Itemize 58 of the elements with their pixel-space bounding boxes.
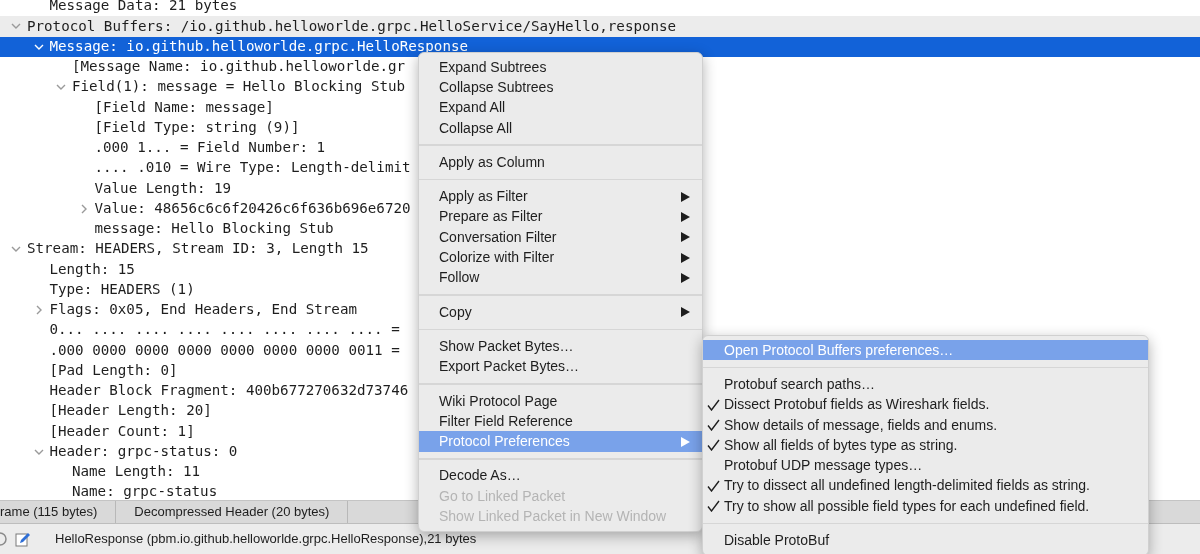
check-icon xyxy=(707,419,720,432)
menu-item[interactable]: Disable ProtoBuf xyxy=(703,530,1148,551)
menu-item[interactable]: Expand All xyxy=(419,97,702,118)
menu-item[interactable]: Collapse All xyxy=(419,117,702,139)
byte-tab[interactable]: Decompressed Header (20 bytes) xyxy=(116,501,349,523)
menu-item[interactable]: Prepare as Filter xyxy=(419,206,702,228)
menu-item[interactable]: Protobuf search paths… xyxy=(703,374,1148,395)
tree-row[interactable]: Protocol Buffers: /io.github.helloworlde.grpc.HelloService/SayHello,response xyxy=(0,16,1200,37)
menu-item[interactable]: Decode As… xyxy=(419,465,702,487)
tree-row[interactable]: Length: 15 xyxy=(0,259,135,280)
menu-item[interactable]: Collapse Subtrees xyxy=(419,77,702,98)
menu-item[interactable]: Copy xyxy=(419,301,702,323)
tree-row[interactable]: [Field Type: string (9)] xyxy=(0,117,300,138)
tree-row[interactable]: Header Block Fragment: 400b677270632d73746 xyxy=(0,380,409,401)
menu-item[interactable]: Apply as Column xyxy=(419,152,702,173)
menu-item[interactable]: Export Packet Bytes… xyxy=(419,356,702,377)
menu-item[interactable]: Try to dissect all undefined length-delimited fields as string. xyxy=(703,475,1148,497)
menu-item[interactable]: Show all fields of bytes type as string. xyxy=(703,435,1148,456)
menu-item[interactable]: Show details of message, fields and enums. xyxy=(703,414,1148,436)
menu-item[interactable]: Protobuf UDP message types… xyxy=(703,455,1148,476)
menu-item[interactable]: Wiki Protocol Page xyxy=(419,390,702,412)
tree-row[interactable]: Name Length: 11 xyxy=(0,461,201,482)
tree-row[interactable]: .... .010 = Wire Type: Length-delimit xyxy=(0,158,411,179)
menu-item[interactable]: Follow xyxy=(419,267,702,288)
menu-item[interactable]: Conversation Filter xyxy=(419,227,702,248)
tree-row[interactable]: [Pad Length: 0] xyxy=(0,360,178,381)
tree-row[interactable]: .000 1... = Field Number: 1 xyxy=(0,137,326,158)
menu-item[interactable]: Dissect Protobuf fields as Wireshark fields. xyxy=(703,394,1148,415)
menu-item[interactable]: Show Packet Bytes… xyxy=(419,336,702,357)
tree-row[interactable]: Stream: HEADERS, Stream ID: 3, Length 15 xyxy=(0,239,369,260)
check-icon xyxy=(707,479,720,492)
tree-row[interactable]: [Header Count: 1] xyxy=(0,421,195,442)
tree-row[interactable]: Type: HEADERS (1) xyxy=(0,279,195,300)
check-icon xyxy=(707,439,720,452)
check-icon xyxy=(707,500,720,513)
check-icon xyxy=(707,398,720,411)
menu-item[interactable]: Try to show all possible field types for each undefined field. xyxy=(703,496,1148,517)
tree-row[interactable]: Flags: 0x05, End Headers, End Stream xyxy=(0,299,357,320)
tree-row[interactable]: [Message Name: io.github.helloworlde.gr xyxy=(0,56,406,77)
tree-row[interactable]: 0... .... .... .... .... .... .... .... = xyxy=(0,320,400,341)
tree-row[interactable]: Value Length: 19 xyxy=(0,178,232,199)
status-indicator-icon xyxy=(0,532,7,546)
menu-item[interactable]: Filter Field Reference xyxy=(419,411,702,432)
tree-row[interactable]: [Field Name: message] xyxy=(0,97,274,118)
tree-row[interactable]: Name: grpc-status xyxy=(0,482,218,500)
tree-row[interactable]: Header: grpc-status: 0 xyxy=(0,441,238,462)
tree-row[interactable]: message: Hello Blocking Stub xyxy=(0,218,334,239)
edit-icon[interactable] xyxy=(15,531,31,547)
byte-tab[interactable]: rame (115 bytes) xyxy=(0,501,117,523)
tree-row[interactable]: .000 0000 0000 0000 0000 0000 0000 0011 = xyxy=(0,340,400,361)
menu-item[interactable]: Apply as Filter xyxy=(419,186,702,207)
menu-item[interactable]: Expand Subtrees xyxy=(419,57,702,78)
status-text: HelloResponse (pbm.io.github.helloworlde.grpc.HelloResponse),21 bytes xyxy=(55,530,477,549)
tree-row[interactable]: Message Data: 21 bytes xyxy=(0,0,238,17)
menu-item[interactable]: Colorize with Filter xyxy=(419,247,702,268)
tree-row[interactable]: Field(1): message = Hello Blocking Stub xyxy=(0,77,406,98)
tree-row[interactable]: Value: 48656c6c6f20426c6f636b696e6720 xyxy=(0,198,411,219)
tree-row[interactable]: [Header Length: 20] xyxy=(0,401,212,422)
